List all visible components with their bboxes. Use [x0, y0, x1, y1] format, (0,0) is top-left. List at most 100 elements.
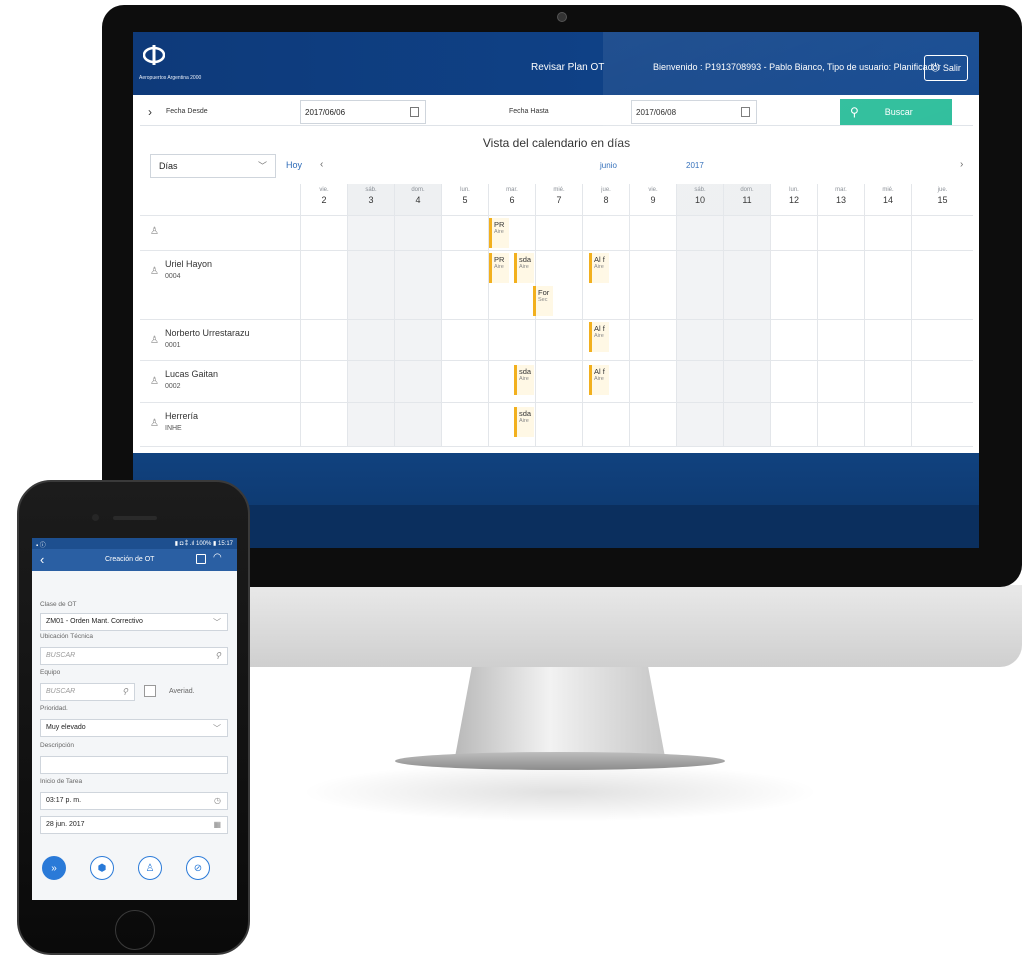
- clase-select[interactable]: ZM01 - Orden Mant. Correctivo ﹀: [40, 613, 228, 631]
- person-icon: ♙: [150, 266, 159, 277]
- from-date-input[interactable]: 2017/06/06: [300, 100, 426, 124]
- event-title: sda: [519, 409, 532, 418]
- event-subtitle: Aire: [519, 376, 529, 382]
- person-icon: ♙: [150, 335, 159, 346]
- inicio-label: Inicio de Tarea: [40, 778, 83, 785]
- calendar-event[interactable]: sda Aire: [514, 407, 534, 437]
- calendar-icon[interactable]: [410, 107, 419, 117]
- hora-value: 03:17 p. m.: [46, 797, 82, 804]
- event-title: PR: [494, 255, 505, 264]
- resource-row[interactable]: ♙ Lucas Gaitan 0002: [140, 360, 300, 402]
- day-number: 12: [788, 195, 799, 205]
- search-icon[interactable]: ⚲: [215, 651, 221, 660]
- ubicacion-search-input[interactable]: BUSCAR ⚲: [40, 647, 228, 665]
- resource-row[interactable]: ♙ Uriel Hayon 0004: [140, 250, 300, 319]
- calendar-event[interactable]: PR Aire: [489, 253, 509, 283]
- clock-icon[interactable]: ◷: [214, 796, 221, 805]
- calendar-event[interactable]: Al f Aire: [589, 365, 609, 395]
- day-number: 8: [603, 195, 609, 205]
- search-button[interactable]: ⚲ Buscar: [840, 99, 952, 125]
- calendar-icon[interactable]: ▦: [213, 820, 221, 829]
- day-header: dom. 4: [394, 184, 441, 215]
- day-header: vie. 2: [300, 184, 347, 215]
- resource-row[interactable]: ♙: [140, 215, 300, 250]
- day-header: lun. 12: [770, 184, 817, 215]
- chevron-left-icon[interactable]: ‹: [320, 159, 323, 170]
- day-number: 3: [368, 195, 374, 205]
- day-number: 5: [462, 195, 468, 205]
- wifi-icon[interactable]: ◠: [213, 552, 222, 563]
- save-icon[interactable]: [196, 554, 206, 564]
- chevron-right-icon[interactable]: ›: [960, 159, 963, 170]
- calendar-event[interactable]: PR Aire: [489, 218, 509, 248]
- user-button[interactable]: ♙: [138, 856, 162, 880]
- person-icon: ♙: [150, 418, 159, 429]
- person-icon: ♙: [150, 376, 159, 387]
- day-header: jue. 8: [582, 184, 629, 215]
- material-button[interactable]: ⬢: [90, 856, 114, 880]
- hora-input[interactable]: 03:17 p. m. ◷: [40, 792, 228, 810]
- day-number: 11: [742, 195, 752, 205]
- fecha-input[interactable]: 28 jun. 2017 ▦: [40, 816, 228, 834]
- chevron-right-icon[interactable]: ›: [148, 105, 152, 119]
- chevron-down-icon: ﹀: [213, 618, 221, 627]
- day-number: 9: [650, 195, 656, 205]
- event-subtitle: Aire: [494, 229, 504, 235]
- phone-camera-icon: [92, 514, 99, 521]
- calendar-panel: Vista del calendario en días Días ﹀ Hoy …: [140, 131, 973, 447]
- averiad-checkbox[interactable]: [144, 685, 156, 697]
- exit-button[interactable]: ⏻ Salir: [924, 55, 968, 81]
- resource-name: Herrería: [165, 411, 199, 421]
- camera-icon: [557, 12, 567, 22]
- calendar-event[interactable]: Al f Aire: [589, 253, 609, 283]
- equipo-placeholder: BUSCAR: [46, 688, 76, 695]
- back-arrow-icon[interactable]: ‹: [40, 552, 44, 567]
- calendar-event[interactable]: For Sec: [533, 286, 553, 316]
- resource-row[interactable]: ♙ Herrería INHE: [140, 402, 300, 446]
- attach-button[interactable]: ⊘: [186, 856, 210, 880]
- fecha-value: 28 jun. 2017: [46, 821, 85, 828]
- prioridad-select[interactable]: Muy elevado ﹀: [40, 719, 228, 737]
- day-header: mié. 14: [864, 184, 911, 215]
- day-header: jue. 15: [911, 184, 973, 215]
- event-subtitle: Aire: [594, 264, 604, 270]
- resource-code: 0001: [165, 342, 181, 349]
- day-header: lun. 5: [441, 184, 488, 215]
- forward-button[interactable]: »: [42, 856, 66, 880]
- search-icon: ⚲: [850, 105, 859, 119]
- event-title: sda: [519, 255, 532, 264]
- calendar-event[interactable]: sda Aire: [514, 365, 534, 395]
- to-date-value: 2017/06/08: [636, 108, 677, 117]
- day-header: sáb. 10: [676, 184, 723, 215]
- monitor-stand: [455, 667, 665, 757]
- equipo-search-input[interactable]: BUSCAR ⚲: [40, 683, 135, 701]
- device-mockup: Aeropuertos Argentina 2000 Revisar Plan …: [0, 0, 1028, 956]
- event-subtitle: Aire: [519, 264, 529, 270]
- averiad-label: Averiad.: [169, 688, 195, 695]
- desktop-screen: Aeropuertos Argentina 2000 Revisar Plan …: [133, 32, 979, 548]
- event-subtitle: Aire: [594, 376, 604, 382]
- calendar-event[interactable]: sda Aire: [514, 253, 534, 283]
- resource-row[interactable]: ♙ Norberto Urrestarazu 0001: [140, 319, 300, 360]
- day-header: sáb. 3: [347, 184, 394, 215]
- person-icon: ♙: [145, 862, 155, 874]
- phone-nav-bar: ‹ Creación de OT ◠: [32, 549, 237, 571]
- chevron-down-icon: ﹀: [213, 724, 221, 733]
- day-number: 4: [415, 195, 421, 205]
- calendar-event[interactable]: Al f Aire: [589, 322, 609, 352]
- status-left: ▪ ⓘ: [36, 543, 46, 549]
- year-label[interactable]: 2017: [686, 161, 704, 170]
- power-icon: ⏻: [931, 61, 940, 74]
- calendar-icon[interactable]: [741, 107, 750, 117]
- home-button[interactable]: [115, 910, 155, 950]
- search-icon[interactable]: ⚲: [122, 687, 128, 696]
- month-label[interactable]: junio: [600, 161, 617, 170]
- airport-logo-icon: [143, 45, 165, 65]
- to-date-input[interactable]: 2017/06/08: [631, 100, 757, 124]
- view-select[interactable]: Días ﹀: [150, 154, 276, 178]
- today-link[interactable]: Hoy: [286, 160, 302, 170]
- clase-value: ZM01 - Orden Mant. Correctivo: [46, 618, 143, 625]
- day-header: vie. 9: [629, 184, 676, 215]
- day-name: jue.: [937, 187, 948, 193]
- descripcion-input[interactable]: [40, 756, 228, 774]
